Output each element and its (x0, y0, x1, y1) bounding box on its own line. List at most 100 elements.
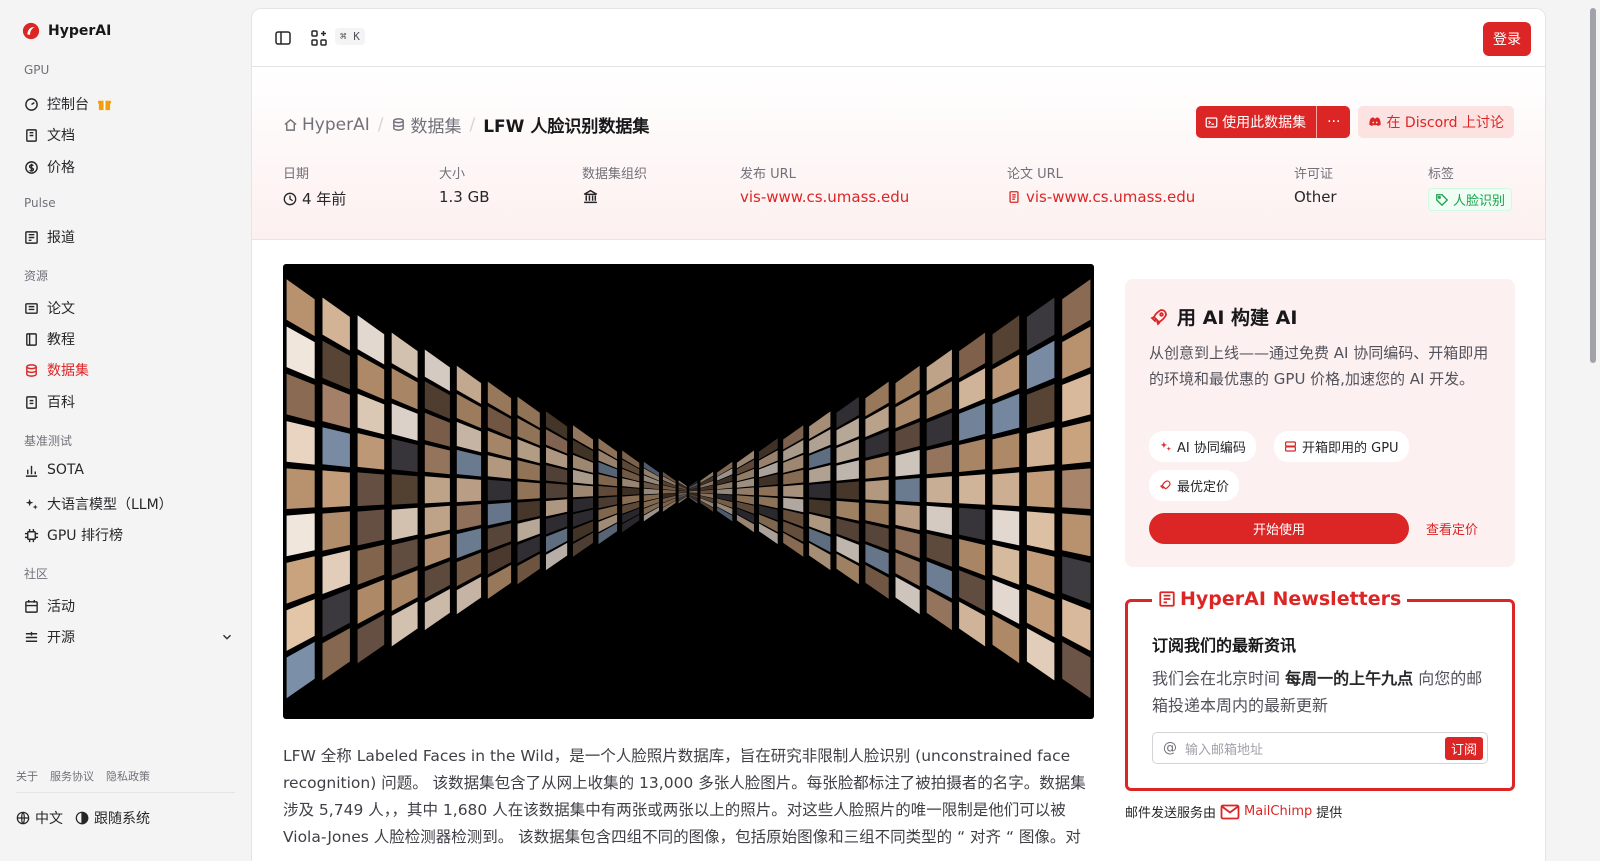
page-title: LFW 人脸识别数据集 (483, 117, 650, 137)
newsletter-box: HyperAI Newsletters 订阅我们的最新资讯 我们会在北京时间 每… (1125, 588, 1515, 791)
face-tile (286, 279, 315, 337)
mailchimp-link[interactable]: MailChimp (1220, 804, 1312, 820)
search-shortcut[interactable]: ⌘ K (335, 28, 365, 45)
chip-pricing: 最优定价 (1149, 470, 1240, 501)
sidebar-item-gpu-leaderboard[interactable]: GPU 排行榜 (24, 525, 234, 545)
view-pricing-link[interactable]: 查看定价 (1426, 519, 1478, 538)
sidebar-item-console[interactable]: 控制台 (24, 94, 234, 114)
sidebar-item-events[interactable]: 活动 (24, 596, 234, 616)
sidebar-item-wiki[interactable]: 百科 (24, 392, 234, 412)
face-tile (286, 641, 315, 699)
chip-icon (24, 528, 39, 542)
tag-badge[interactable]: 人脸识别 (1428, 188, 1513, 211)
face-tile (809, 483, 831, 499)
face-tile (1062, 326, 1091, 379)
face-tile (622, 487, 640, 496)
language-switch[interactable]: 中文 (16, 808, 63, 828)
theme-switch[interactable]: 跟随系统 (75, 808, 150, 828)
breadcrumb-datasets[interactable]: 数据集 (391, 112, 461, 137)
newspaper-icon (1159, 591, 1175, 607)
text-bold: 每周一的上午九点 (1285, 669, 1414, 688)
face-tile (391, 539, 418, 576)
mail-provider-post: 提供 (1316, 806, 1343, 821)
section-benchmark: 基准测试 (24, 434, 73, 448)
newsletter-heading: 订阅我们的最新资讯 (1152, 636, 1297, 655)
tag-label: 人脸识别 (1453, 194, 1506, 209)
face-tile (546, 465, 568, 483)
email-input[interactable]: @ 输入邮箱地址 订阅 (1152, 732, 1488, 764)
date-value: 4 年前 (302, 190, 347, 208)
sidebar: HyperAI GPU 控制台 文档 价格 Pulse 报道 资源 论文 教程 … (0, 0, 250, 861)
document-icon (1009, 191, 1019, 203)
face-tile (1062, 556, 1091, 604)
face-tile (959, 507, 986, 541)
section-pulse: Pulse (24, 196, 56, 210)
face-tile (926, 444, 952, 475)
face-tile (895, 449, 920, 477)
subscribe-button[interactable]: 订阅 (1444, 737, 1483, 760)
face-tile (487, 455, 512, 479)
newsletter-title-text: HyperAI Newsletters (1180, 588, 1402, 610)
sidebar-item-llm[interactable]: 大语言模型（LLM） (24, 494, 234, 514)
mail-provider-pre: 邮件发送服务由 (1125, 806, 1217, 821)
list-icon (25, 631, 38, 642)
face-tile (959, 474, 986, 505)
sidebar-item-papers[interactable]: 论文 (24, 298, 234, 318)
privacy-link[interactable]: 隐私政策 (106, 768, 150, 784)
face-tile (836, 481, 859, 500)
brand-logo[interactable]: HyperAI (22, 22, 111, 40)
face-tile (322, 383, 350, 429)
face-tile (546, 499, 568, 517)
face-tile (1026, 628, 1055, 681)
start-button[interactable]: 开始使用 (1149, 513, 1409, 544)
sidebar-item-datasets[interactable]: 数据集 (24, 360, 234, 380)
sidebar-item-sota[interactable]: SOTA (24, 462, 234, 478)
sidebar-item-news[interactable]: 报道 (24, 227, 234, 247)
home-icon (284, 118, 297, 131)
discord-button[interactable]: 在 Discord 上讨论 (1358, 106, 1514, 138)
login-button[interactable]: 登录 (1483, 22, 1531, 56)
terms-link[interactable]: 服务协议 (50, 768, 94, 784)
discord-icon (1369, 117, 1382, 126)
face-tile (456, 449, 482, 477)
face-tile (1026, 297, 1055, 351)
sparkles-icon (25, 498, 38, 510)
paper-url-link[interactable]: vis-www.cs.umass.edu (1007, 188, 1195, 206)
chevron-down-icon[interactable] (220, 630, 234, 644)
face-tile (1026, 589, 1055, 638)
section-resources: 资源 (24, 269, 49, 283)
face-tile (1026, 511, 1055, 551)
meta-label: 许可证 (1294, 167, 1334, 182)
at-icon: @ (1163, 740, 1177, 756)
bar-chart-icon (25, 465, 38, 477)
apps-grid-icon[interactable] (310, 29, 328, 47)
gauge-icon (25, 97, 38, 111)
breadcrumb-home[interactable]: HyperAI (283, 115, 370, 135)
sidebar-item-docs[interactable]: 文档 (24, 125, 234, 145)
promo-title-text: 用 AI 构建 AI (1177, 307, 1298, 329)
about-link[interactable]: 关于 (16, 768, 38, 784)
release-url-link[interactable]: vis-www.cs.umass.edu (740, 188, 909, 206)
use-dataset-button[interactable]: 使用此数据集 (1196, 106, 1318, 138)
face-tile (1062, 468, 1091, 509)
face-tile (391, 507, 418, 541)
license-value: Other (1294, 188, 1337, 206)
meta-label: 大小 (439, 167, 466, 182)
sidebar-item-pricing[interactable]: 价格 (24, 157, 234, 177)
face-tile (809, 465, 831, 483)
more-options-button[interactable]: ··· (1317, 106, 1350, 138)
sidebar-item-opensource[interactable]: 开源 (24, 627, 234, 647)
face-tile (487, 479, 512, 501)
face-tile (865, 479, 889, 501)
meta-label: 标签 (1428, 167, 1455, 182)
meta-label: 日期 (283, 167, 310, 182)
face-tile (286, 468, 315, 509)
page-scrollbar[interactable] (1586, 0, 1600, 861)
sidebar-item-tutorials[interactable]: 教程 (24, 329, 234, 349)
face-tile (959, 403, 986, 441)
scrollbar-thumb[interactable] (1590, 8, 1596, 363)
face-tile (895, 528, 920, 559)
face-tile (391, 438, 418, 472)
face-tile (992, 472, 1020, 507)
sidebar-toggle-icon[interactable] (274, 29, 292, 47)
